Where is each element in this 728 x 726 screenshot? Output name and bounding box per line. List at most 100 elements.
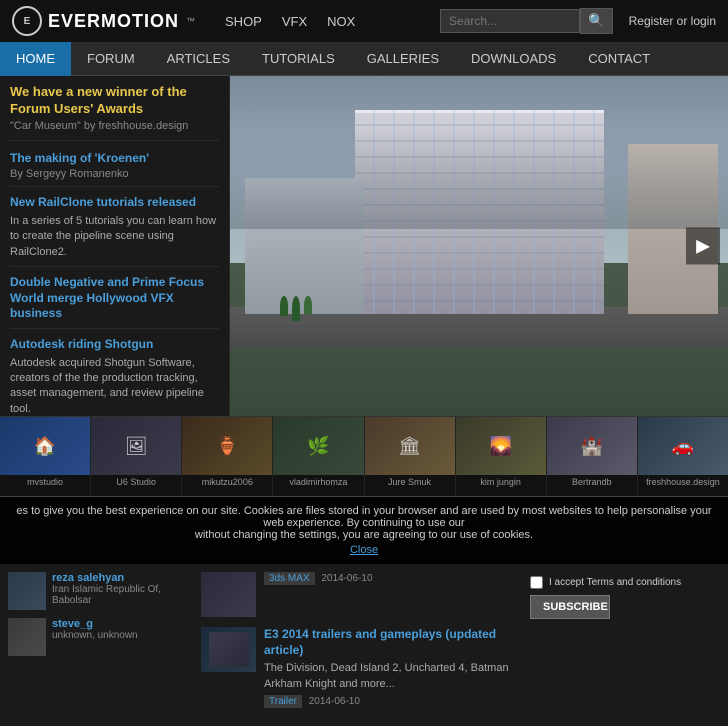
user-info-0: reza salehyan Iran Islamic Republic Of, …	[52, 572, 193, 606]
terms-label: I accept Terms and conditions	[549, 577, 681, 588]
gallery-label-7: freshhouse.design	[638, 475, 728, 489]
nav-tutorials[interactable]: TUTORIALS	[246, 42, 351, 76]
user-location-1: unknown, unknown	[52, 630, 138, 641]
sidebar-subtitle-0: "Car Museum" by freshhouse.design	[10, 120, 219, 132]
article-date-0: 2014-06-10	[321, 573, 372, 584]
gallery-strip: 🏠 mvstudio 🖼 U6 Studio 🏺 mikutzu2006 🌿 v…	[0, 416, 728, 496]
trees	[280, 296, 312, 321]
gallery-item-6[interactable]: 🏰 Bertrandb	[547, 417, 638, 496]
gallery-item-7[interactable]: 🚗 freshhouse.design	[638, 417, 728, 496]
nav-articles[interactable]: ARTICLES	[151, 42, 246, 76]
logo-area: E EVERMOTION ™	[12, 6, 195, 36]
logo-icon: E	[12, 6, 42, 36]
gallery-label-2: mikutzu2006	[182, 475, 272, 489]
user-item-1: steve_g unknown, unknown	[8, 618, 193, 656]
terms-text: I accept Terms and conditions	[549, 577, 681, 588]
nav-home[interactable]: HOME	[0, 42, 71, 76]
sidebar-desc-2: In a series of 5 tutorials you can learn…	[10, 214, 219, 260]
header-nav: SHOP VFX NOX	[225, 14, 355, 29]
user-avatar-0	[8, 572, 46, 610]
gallery-label-4: Jure Smuk	[365, 475, 455, 489]
gallery-thumb-1: 🖼	[91, 417, 181, 475]
article-content-1: E3 2014 trailers and gameplays (updated …	[264, 627, 522, 708]
sidebar-item-2: New RailClone tutorials released In a se…	[10, 195, 219, 267]
user-list: reza salehyan Iran Islamic Republic Of, …	[8, 572, 193, 664]
article-date-1: 2014-06-10	[309, 696, 360, 707]
subscribe-button[interactable]: SUBSCRIBE	[530, 595, 610, 619]
article-tag-1: Trailer	[264, 695, 302, 708]
gallery-item-2[interactable]: 🏺 mikutzu2006	[182, 417, 273, 496]
gallery-item-5[interactable]: 🌄 kim jungin	[456, 417, 547, 496]
article-tag-0: 3ds MAX	[264, 572, 315, 585]
main-nav: HOME FORUM ARTICLES TUTORIALS GALLERIES …	[0, 42, 728, 76]
article-title-1[interactable]: E3 2014 trailers and gameplays (updated …	[264, 627, 522, 658]
article-meta-0: 3ds MAX 2014-06-10	[264, 572, 373, 585]
user-location-0: Iran Islamic Republic Of, Babolsar	[52, 584, 193, 606]
sidebar-subtitle-1: By Sergeyy Romanenko	[10, 168, 219, 180]
sidebar-item-3: Double Negative and Prime Focus World me…	[10, 275, 219, 329]
gallery-thumb-0: 🏠	[0, 417, 90, 475]
gallery-thumb-7: 🚗	[638, 417, 728, 475]
header: E EVERMOTION ™ SHOP VFX NOX 🔍 Register or…	[0, 0, 728, 42]
cookie-text-1: es to give you the best experience on ou…	[12, 505, 716, 529]
sidebar-title-3[interactable]: Double Negative and Prime Focus World me…	[10, 275, 219, 322]
nav-contact[interactable]: CONTACT	[572, 42, 666, 76]
article-row-1: E3 2014 trailers and gameplays (updated …	[201, 627, 522, 708]
article-thumb-1	[201, 627, 256, 672]
search-area: 🔍	[440, 8, 613, 34]
user-item-0: reza salehyan Iran Islamic Republic Of, …	[8, 572, 193, 610]
user-info-1: steve_g unknown, unknown	[52, 618, 138, 641]
user-avatar-1	[8, 618, 46, 656]
cookie-bar: es to give you the best experience on ou…	[0, 496, 728, 564]
nav-galleries[interactable]: GALLERIES	[351, 42, 455, 76]
article-desc-1: The Division, Dead Island 2, Uncharted 4…	[264, 661, 522, 692]
bottom-content: reza salehyan Iran Islamic Republic Of, …	[0, 564, 728, 726]
sidebar-title-0[interactable]: We have a new winner of the Forum Users'…	[10, 84, 219, 118]
article-row-0: 3ds MAX 2014-06-10	[201, 572, 522, 617]
sidebar-item-0: We have a new winner of the Forum Users'…	[10, 84, 219, 141]
subscribe-row: I accept Terms and conditions	[530, 576, 681, 589]
gallery-label-5: kim jungin	[456, 475, 546, 489]
articles-section: 3ds MAX 2014-06-10 E3 2014 trailers and …	[201, 572, 522, 718]
vfx-link[interactable]: VFX	[282, 14, 307, 29]
gallery-thumb-5: 🌄	[456, 417, 546, 475]
gallery-thumb-3: 🌿	[273, 417, 363, 475]
article-content-0: 3ds MAX 2014-06-10	[264, 572, 373, 585]
nav-forum[interactable]: FORUM	[71, 42, 151, 76]
sidebar-title-2[interactable]: New RailClone tutorials released	[10, 195, 219, 211]
gallery-label-1: U6 Studio	[91, 475, 181, 489]
sidebar-title-4[interactable]: Autodesk riding Shotgun	[10, 337, 219, 353]
cookie-text-2: without changing the settings, you are a…	[12, 529, 716, 541]
register-link[interactable]: Register or login	[629, 14, 716, 28]
user-name-0[interactable]: reza salehyan	[52, 572, 193, 584]
sidebar-desc-4: Autodesk acquired Shotgun Software, crea…	[10, 356, 219, 416]
terms-checkbox[interactable]	[530, 576, 543, 589]
slider-scene	[230, 76, 728, 416]
sidebar-item-1: The making of 'Kroenen' By Sergeyy Roman…	[10, 151, 219, 188]
logo-tm: ™	[186, 16, 195, 26]
search-button[interactable]: 🔍	[580, 8, 613, 34]
nav-downloads[interactable]: DOWNLOADS	[455, 42, 572, 76]
logo-text: EVERMOTION	[48, 11, 179, 32]
slider-next-arrow[interactable]: ▶	[686, 228, 720, 265]
close-cookie-button[interactable]: Close	[350, 544, 378, 556]
gallery-thumb-4: 🏛	[365, 417, 455, 475]
gallery-item-4[interactable]: 🏛 Jure Smuk	[365, 417, 456, 496]
main-slider: ▶	[230, 76, 728, 416]
shop-link[interactable]: SHOP	[225, 14, 262, 29]
sidebar: We have a new winner of the Forum Users'…	[0, 76, 230, 416]
search-input[interactable]	[440, 9, 580, 33]
gallery-item-1[interactable]: 🖼 U6 Studio	[91, 417, 182, 496]
article-meta-1: Trailer 2014-06-10	[264, 695, 522, 708]
article-thumb-0	[201, 572, 256, 617]
nox-link[interactable]: NOX	[327, 14, 355, 29]
subscribe-area: I accept Terms and conditions SUBSCRIBE	[530, 572, 720, 619]
sidebar-item-4: Autodesk riding Shotgun Autodesk acquire…	[10, 337, 219, 416]
gallery-label-3: vladimirhomza	[273, 475, 363, 489]
user-name-1[interactable]: steve_g	[52, 618, 138, 630]
gallery-thumb-2: 🏺	[182, 417, 272, 475]
gallery-item-0[interactable]: 🏠 mvstudio	[0, 417, 91, 496]
gallery-thumb-6: 🏰	[547, 417, 637, 475]
gallery-item-3[interactable]: 🌿 vladimirhomza	[273, 417, 364, 496]
sidebar-title-1[interactable]: The making of 'Kroenen'	[10, 151, 219, 167]
